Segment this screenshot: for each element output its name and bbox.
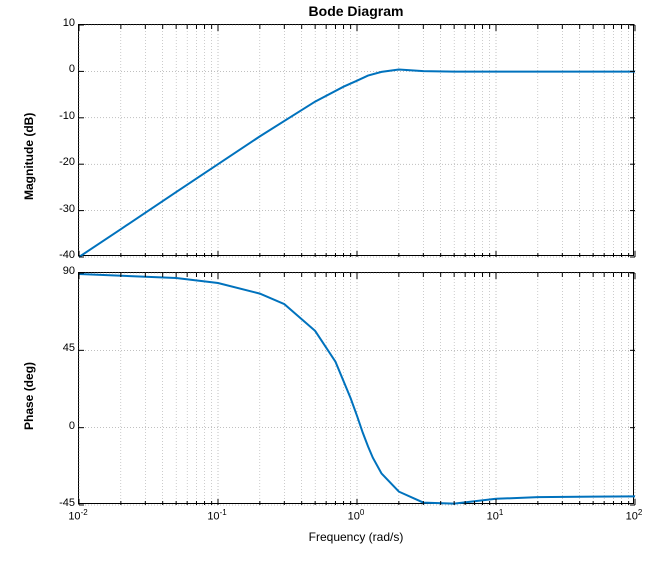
phase-curve: [79, 274, 635, 504]
xtick-label: 100: [331, 508, 381, 523]
xtick-label: 102: [609, 508, 659, 523]
phase-plot: [79, 273, 635, 505]
phase-ylabel: Phase (deg): [22, 362, 36, 430]
xtick-label: 101: [470, 508, 520, 523]
ytick-label: 10: [35, 17, 75, 29]
magnitude-plot: [79, 25, 635, 257]
ytick-label: -20: [35, 156, 75, 168]
ytick-label: -40: [35, 249, 75, 261]
xlabel: Frequency (rad/s): [78, 530, 634, 544]
phase-panel: [78, 272, 634, 504]
ytick-label: -10: [35, 110, 75, 122]
xtick-label: 10-1: [192, 508, 242, 523]
magnitude-ylabel: Magnitude (dB): [22, 113, 36, 200]
ytick-label: -30: [35, 203, 75, 215]
ytick-label: 0: [35, 420, 75, 432]
bode-figure: Bode Diagram Magnitude (dB) -40 -30 -20 -10…: [0, 0, 663, 571]
xtick-label: 10-2: [53, 508, 103, 523]
figure-title: Bode Diagram: [78, 3, 634, 19]
ytick-label: 90: [35, 265, 75, 277]
phase-grid: [79, 273, 635, 505]
magnitude-grid: [79, 25, 635, 257]
ytick-label: 45: [35, 342, 75, 354]
magnitude-ticks: [79, 25, 635, 257]
ytick-label: 0: [35, 63, 75, 75]
phase-ticks: [79, 273, 635, 505]
magnitude-panel: [78, 24, 634, 256]
